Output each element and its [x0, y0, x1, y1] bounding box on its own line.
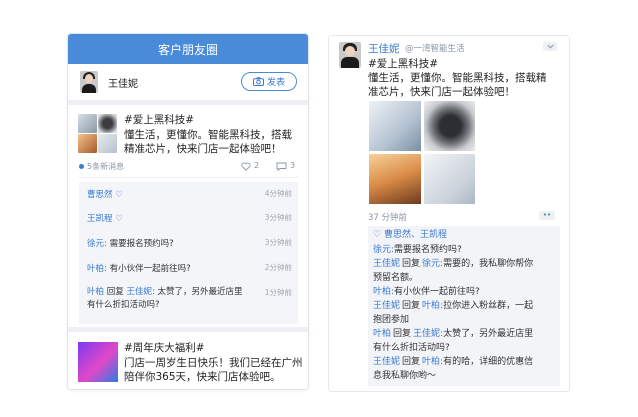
user-name[interactable]: 叶柏:: [373, 287, 394, 297]
user-name[interactable]: 徐元:: [422, 259, 443, 269]
comment-line[interactable]: 王佳妮 回复 徐元:需要的，我私聊你帮你: [373, 258, 558, 271]
list-item[interactable]: 叶柏 回复 王佳妮: 太赞了，另外最近店里 1分钟前 有什么折扣活动吗?: [87, 286, 292, 312]
comment-text: 有什么折扣活动吗?: [373, 343, 450, 353]
post-photo[interactable]: [424, 101, 475, 151]
comment-count: 3: [290, 161, 296, 170]
comment-text: 拉你进入粉丝群，一起: [443, 301, 534, 311]
publish-label: 发表: [266, 78, 285, 88]
post-image-grid[interactable]: [78, 114, 118, 154]
likes-row: ♡ 曹思然、王凯程: [373, 230, 447, 240]
post-photo[interactable]: [369, 154, 421, 204]
comment-line[interactable]: 叶柏 回复 王佳妮:太赞了，另外最近店里: [373, 328, 558, 341]
comment-icon[interactable]: [276, 162, 287, 171]
post-photo[interactable]: [369, 101, 421, 151]
more-button[interactable]: ••: [539, 211, 555, 220]
chevron-down-icon: [546, 44, 554, 49]
interaction-list: 曹思然 ♡ 4分钟前 王凯程 ♡ 3分钟前 徐元: 需要报名预约吗? 3分钟前 …: [79, 182, 298, 324]
comment-line[interactable]: 息我私聊你哟～: [373, 370, 558, 383]
comment-text: 需要报名预约吗?: [394, 245, 462, 255]
comment-text: 回复: [402, 259, 421, 269]
user-name[interactable]: 王佳妮: [373, 259, 400, 269]
comment-text: 有小伙伴一起前往吗?: [394, 287, 480, 297]
list-item: 曹思然 ♡ 4分钟前: [87, 189, 292, 200]
user-name[interactable]: 王佳妮: [373, 301, 400, 311]
author-name[interactable]: 王佳妮: [368, 41, 400, 56]
comment-text: 预留名额。: [373, 273, 419, 283]
comment-line[interactable]: 叶柏:有小伙伴一起前往吗?: [373, 286, 558, 299]
comment-box: ♡ 曹思然、王凯程 徐元:需要报名预约吗? 王佳妮 回复 徐元:需要的，我私聊你帮你预…: [368, 226, 560, 386]
publish-button[interactable]: 发表: [241, 72, 297, 91]
camera-icon: [252, 77, 264, 86]
author-handle: @一湾智能生活: [405, 44, 465, 54]
avatar[interactable]: [339, 42, 361, 68]
comment-line[interactable]: 预留名额。: [373, 272, 558, 285]
more-icon: ••: [542, 211, 552, 219]
list-item[interactable]: 叶柏: 有小伙伴一起前往吗? 2分钟前: [87, 262, 292, 274]
expand-button[interactable]: [543, 42, 557, 51]
post-text: #周年庆大福利# 门店一周岁生日快乐！我们已经在广州 陪伴你365天，快来门店体…: [124, 342, 303, 383]
card-title: 客户朋友圈: [68, 34, 308, 64]
post-detail-panel: 王佳妮 @一湾智能生活 #爱上黑科技# 懂生活，更懂你。智能黑科技，搭载精 准芯…: [328, 35, 570, 392]
comment-line[interactable]: 徐元:需要报名预约吗?: [373, 244, 558, 257]
user-name[interactable]: 叶柏:: [422, 357, 443, 367]
comment-text: 需要的，我私聊你帮你: [443, 259, 534, 269]
unread-dot: [79, 164, 84, 169]
comment-text: 有的哈，详细的优惠信: [443, 357, 534, 367]
post-text: #爱上黑科技# 懂生活，更懂你。智能黑科技，搭载精 准芯片，快来门店一起体验吧！: [368, 58, 547, 98]
divider: [68, 100, 308, 105]
comment-text: 息我私聊你哟～: [373, 371, 437, 381]
comment-text: 回复: [402, 301, 421, 311]
comment-text: 回复: [393, 329, 412, 339]
user-name[interactable]: 王佳妮: [373, 357, 400, 367]
list-item[interactable]: 徐元: 需要报名预约吗? 3分钟前: [87, 237, 292, 249]
like-count: 2: [254, 161, 260, 170]
post-image[interactable]: [78, 342, 118, 382]
post-photo[interactable]: [424, 154, 475, 204]
user-name[interactable]: 叶柏: [373, 329, 391, 339]
user-name[interactable]: 王佳妮:: [413, 329, 443, 339]
list-item: 王凯程 ♡ 3分钟前: [87, 213, 292, 224]
post-time: 37 分钟前: [368, 213, 408, 223]
heart-icon: ♡: [115, 214, 123, 224]
moments-card: 客户朋友圈 王佳妮 发表 #爱上黑科技# 懂生活，更懂你。智能黑科技，搭载 精准…: [67, 33, 309, 390]
comment-text: 太赞了，另外最近店里: [443, 329, 534, 339]
heart-icon: ♡: [115, 190, 123, 200]
new-messages-count[interactable]: 5条新消息: [87, 161, 124, 172]
comment-text: 抱团参加: [373, 315, 410, 325]
my-profile-row: 王佳妮 发表: [68, 64, 308, 100]
comment-text: 回复: [402, 357, 421, 367]
comment-line[interactable]: 王佳妮 回复 叶柏:拉你进入粉丝群，一起: [373, 300, 558, 313]
my-name: 王佳妮: [108, 79, 138, 90]
post-text: #爱上黑科技# 懂生活，更懂你。智能黑科技，搭载 精准芯片，快来门店一起体验吧！: [124, 114, 292, 155]
like-icon[interactable]: [241, 162, 251, 171]
heart-icon: ♡: [373, 230, 382, 240]
comment-line[interactable]: 抱团参加: [373, 314, 558, 327]
user-name[interactable]: 徐元:: [373, 245, 394, 255]
user-name[interactable]: 叶柏:: [422, 301, 443, 311]
divider: [79, 177, 298, 178]
divider: [68, 327, 308, 332]
comment-line[interactable]: 王佳妮 回复 叶柏:有的哈，详细的优惠信: [373, 356, 558, 369]
avatar[interactable]: [80, 71, 98, 93]
comment-line[interactable]: 有什么折扣活动吗?: [373, 342, 558, 355]
